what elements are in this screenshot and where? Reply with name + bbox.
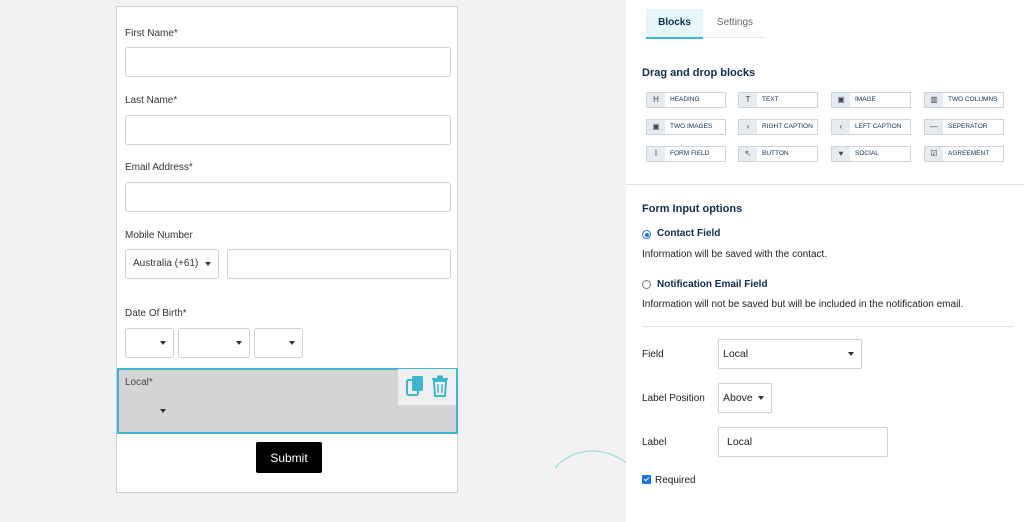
last-name-label: Last Name* [125,95,178,106]
mobile-label: Mobile Number [125,230,193,241]
seperator-icon: — [925,120,943,134]
block-toolbox [398,369,456,405]
block-left-caption[interactable]: ‹ LEFT CAPTION [831,119,911,135]
label-position-select[interactable]: Above [718,383,772,413]
label-label: Label [642,437,667,448]
chevron-down-icon [848,352,854,356]
first-name-label: First Name* [125,28,178,39]
required-checkbox[interactable] [642,475,651,484]
text-icon: T [739,93,757,107]
chevron-down-icon [758,396,764,400]
email-label: Email Address* [125,162,193,173]
email-input[interactable] [125,182,451,212]
image-icon: ▣ [832,93,850,107]
chevron-down-icon [205,262,211,266]
social-icon: ♥ [832,147,850,161]
divider [626,184,1024,185]
two-images-icon: ▣ [647,120,665,134]
block-heading[interactable]: H HEADING [646,92,726,108]
block-image[interactable]: ▣ IMAGE [831,92,911,108]
block-label: SOCIAL [855,150,879,157]
last-name-input[interactable] [125,115,451,145]
notification-field-description: Information will not be saved but will b… [642,299,964,310]
dob-label: Date Of Birth* [125,308,187,319]
input-options-title: Form Input options [642,203,743,215]
tab-blocks[interactable]: Blocks [646,9,703,39]
divider [642,326,1014,327]
block-label: FORM FIELD [670,150,710,157]
notification-field-label: Notification Email Field [657,279,768,290]
dob-month-select[interactable] [178,328,250,358]
country-code-select[interactable]: Australia (+61) [125,249,219,279]
local-label: Local* [125,377,153,388]
block-label: TEXT [762,96,779,103]
button-icon: ↖ [739,147,757,161]
block-right-caption[interactable]: › RIGHT CAPTION [738,119,818,135]
block-label: AGREEMENT [948,150,990,157]
chevron-down-icon [160,341,166,345]
block-label: TWO COLUMNS [948,96,998,103]
block-label: HEADING [670,96,700,103]
block-label: RIGHT CAPTION [762,123,813,130]
copy-icon[interactable] [405,375,425,397]
contact-field-description: Information will be saved with the conta… [642,249,828,260]
country-code-value: Australia (+61) [133,258,199,269]
required-label: Required [655,475,696,486]
heading-icon: H [647,93,665,107]
tab-settings[interactable]: Settings [704,9,766,38]
label-position-label: Label Position [642,393,705,404]
left-caption-icon: ‹ [832,120,850,134]
block-seperator[interactable]: — SEPERATOR [924,119,1004,135]
block-form-field[interactable]: I FORM FIELD [646,146,726,162]
block-social[interactable]: ♥ SOCIAL [831,146,911,162]
submit-button[interactable]: Submit [256,442,322,473]
form-preview: First Name* Last Name* Email Address* Mo… [116,6,458,493]
block-agreement[interactable]: ☑ AGREEMENT [924,146,1004,162]
block-two-columns[interactable]: ▥ TWO COLUMNS [924,92,1004,108]
chevron-down-icon [160,409,166,413]
block-text[interactable]: T TEXT [738,92,818,108]
dob-year-select[interactable] [254,328,303,358]
local-select[interactable] [125,396,174,426]
block-label: TWO IMAGES [670,123,713,130]
label-position-value: Above [723,392,753,404]
blocks-title: Drag and drop blocks [642,67,756,79]
block-label: IMAGE [855,96,876,103]
trash-icon[interactable] [430,375,450,397]
dob-day-select[interactable] [125,328,174,358]
chevron-down-icon [289,341,295,345]
two-columns-icon: ▥ [925,93,943,107]
block-label: SEPERATOR [948,123,988,130]
block-label: LEFT CAPTION [855,123,902,130]
contact-field-label: Contact Field [657,228,721,239]
notification-field-radio[interactable] [642,280,651,289]
first-name-input[interactable] [125,47,451,77]
label-input[interactable]: Local [718,427,888,457]
field-select[interactable]: Local [718,339,862,369]
label-input-value: Local [727,436,753,448]
form-canvas: First Name* Last Name* Email Address* Mo… [0,0,610,522]
field-label: Field [642,349,664,360]
form-field-icon: I [647,147,665,161]
mobile-number-input[interactable] [227,249,451,279]
contact-field-radio[interactable] [642,230,651,239]
chevron-down-icon [236,341,242,345]
agreement-icon: ☑ [925,147,943,161]
block-label: BUTTON [762,150,789,157]
field-select-value: Local [723,348,749,360]
block-button[interactable]: ↖ BUTTON [738,146,818,162]
settings-panel: Blocks Settings Drag and drop blocks H HE… [626,0,1024,522]
right-caption-icon: › [739,120,757,134]
block-two-images[interactable]: ▣ TWO IMAGES [646,119,726,135]
